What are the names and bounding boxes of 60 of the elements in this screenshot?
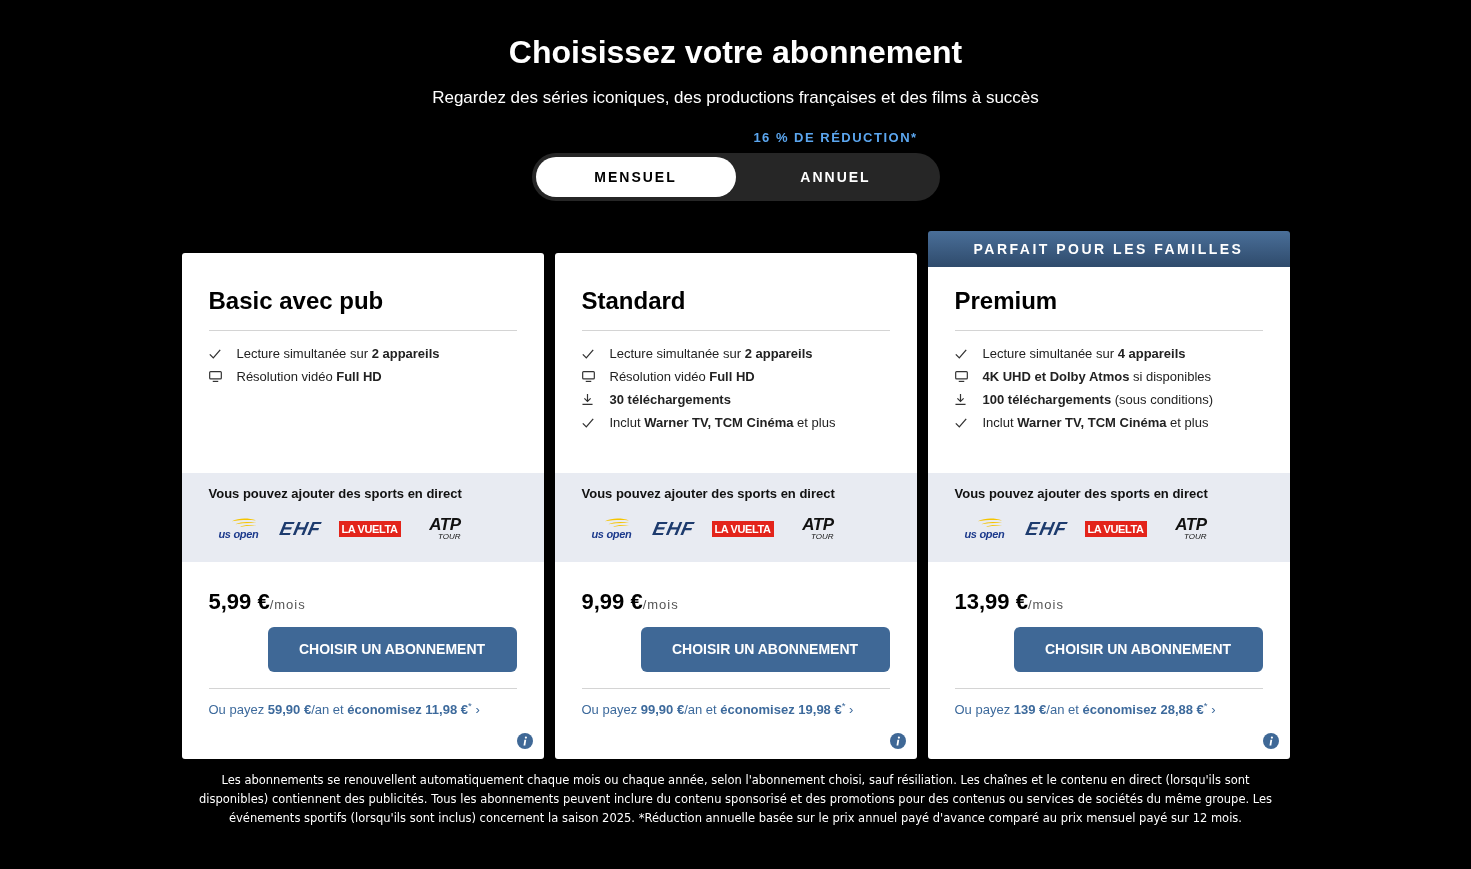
check-icon [954,348,967,359]
sports-addon-title: Vous pouvez ajouter des sports en direct [208,485,463,502]
download-icon [581,394,593,405]
info-icon[interactable] [1262,733,1279,749]
sport-logo: ATP TOUR [801,516,834,541]
feature-text: Lecture simultanée sur 2 appareils [609,345,813,362]
info-icon[interactable] [516,733,533,749]
price-period: /mois [269,597,306,613]
price-period: /mois [642,597,679,613]
sport-logo: LA VUELTA [338,520,401,537]
feature-text: Inclut Warner TV, TCM Cinéma et plus [609,414,836,431]
feature-text: Résolution vidéo Full HD [236,368,382,385]
annual-offer-link[interactable]: Ou payez 59,90 €/an et économisez 11,98 €$^{*}$ › [208,701,517,718]
sports-addon-title: Vous pouvez ajouter des sports en direct [581,485,836,502]
sports-addon-title: Vous pouvez ajouter des sports en direct [954,485,1209,502]
check-icon [581,348,594,359]
feature-text: 30 téléchargements [609,391,731,408]
price-period: /mois [1027,597,1064,613]
feature-text: Lecture simultanée sur 4 appareils [982,345,1186,362]
sport-logo: ATP TOUR [1174,516,1207,541]
choose-plan-button[interactable]: CHOISIR UN ABONNEMENT [267,627,517,672]
feature-text: Lecture simultanée sur 2 appareils [236,345,440,362]
choose-plan-button[interactable]: CHOISIR UN ABONNEMENT [1013,627,1263,672]
monitor-icon [208,371,222,382]
feature-text: Inclut Warner TV, TCM Cinéma et plus [982,414,1209,431]
sport-logo: us open [961,517,1008,540]
billing-option-tab[interactable]: MENSUEL [535,157,736,197]
sport-logo: LA VUELTA [1084,520,1147,537]
page-subtitle: Regardez des séries iconiques, des productions françaises et des films à succès [432,87,1039,109]
sport-logo: LA VUELTA [711,520,774,537]
sport-logo: EHF [650,517,696,540]
annual-offer-link[interactable]: Ou payez 139 €/an et économisez 28,88 €$^{*}$ › [954,701,1263,718]
choose-plan-button[interactable]: CHOISIR UN ABONNEMENT [640,627,890,672]
feature-text: 100 téléchargements (sous conditions) [982,391,1213,408]
sport-logo: us open [588,517,635,540]
monitor-icon [954,371,968,382]
feature-text: Résolution vidéo Full HD [609,368,755,385]
sport-logo: us open [215,517,262,540]
annual-offer-link[interactable]: Ou payez 99,90 €/an et économisez 19,98 €$^{*}$ › [581,701,890,718]
legal-notice: Les abonnements se renouvellent automatiquement chaque mois ou chaque année, selon l'abonnement choisi, sauf résiliation. Les chaînes et le contenu en direct (lorsqu'ils sont disponibles) contiennent des publicités. Tous les abonnements peuvent inclure du contenu sponsorisé et des promotions pour des contenus ou services de sociétés du même groupe. Les événements sportifs (lorsqu'ils sont inclus) concernent la saison 2025. *Réduction annuelle basée sur le prix annuel payé d'avance comparé au prix mensuel payé sur 12 mois. [197,772,1274,827]
discount-note: 16 % DE RÉDUCTION* [753,129,918,147]
sport-logo: EHF [277,517,323,540]
feature-text: 4K UHD et Dolby Atmos si disponibles [982,368,1212,385]
download-icon [954,394,966,405]
billing-option-tab[interactable]: ANNUEL [735,157,936,197]
plan-price: 5,99 € [208,588,270,616]
page-title: Choisissez votre abonnement [508,33,963,72]
plan-banner: PARFAIT POUR LES FAMILLES [927,231,1290,267]
info-icon[interactable] [889,733,906,749]
plan-price: 13,99 € [954,588,1028,616]
sport-logo: ATP TOUR [428,516,461,541]
plan-name: Premium [954,286,1059,316]
check-icon [581,417,594,428]
monitor-icon [581,371,595,382]
plan-price: 9,99 € [581,588,643,616]
check-icon [954,417,967,428]
sport-logo: EHF [1023,517,1069,540]
check-icon [208,348,221,359]
plan-name: Basic avec pub [208,286,385,316]
plan-name: Standard [581,286,687,316]
